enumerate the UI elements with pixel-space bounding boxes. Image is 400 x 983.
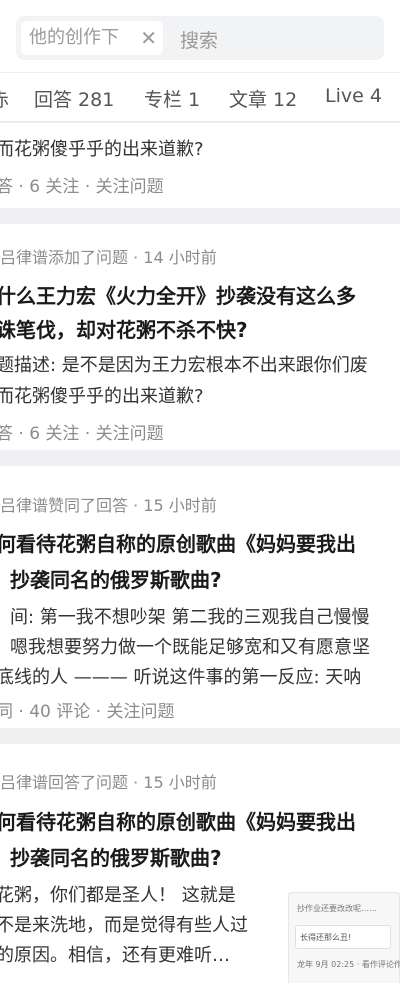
answer-thumbnail[interactable]: 抄作业还要改改呢…… 长得还那么丑! 龙年 9月 02:25 · 看作评论作者得…: [288, 892, 400, 983]
thumbnail-caption: 龙年 9月 02:25 · 看作评论作者得有: [297, 960, 400, 969]
search-input[interactable]: 搜索: [180, 26, 218, 53]
feed-item[interactable]: 吕律谱添加了问题 · 14 小时前 什么王力宏《火力全开》抄袭没有这么多 诛笔伐…: [0, 224, 400, 450]
tab-columns[interactable]: 专栏 1: [144, 85, 200, 112]
search-box[interactable]: 他的创作下 ✕ 搜索: [16, 16, 384, 60]
search-bar: 他的创作下 ✕ 搜索: [0, 0, 400, 72]
feed-item-stats[interactable]: 同 · 40 评论 · 关注问题: [0, 697, 174, 722]
tab-all[interactable]: 赤: [0, 85, 9, 112]
activity-meta: 吕律谱赞同了回答 · 15 小时前: [0, 496, 217, 515]
question-title[interactable]: 什么王力宏《火力全开》抄袭没有这么多: [0, 280, 356, 309]
question-title[interactable]: 何看待花粥自称的原创歌曲《妈妈要我出: [0, 806, 356, 835]
feed-item-excerpt: 而花粥傻乎乎的出来道歉?: [0, 386, 204, 407]
feed-item-stats[interactable]: 答 · 6 关注 · 关注问题: [0, 419, 164, 444]
search-scope-chip[interactable]: 他的创作下 ✕: [21, 21, 163, 55]
answer-excerpt: 间: 第一我不想吵架 第二我的三观我自己慢慢: [10, 607, 370, 628]
answer-excerpt: 的原因。相信，还有更难听…: [0, 945, 230, 966]
feed-item-stats[interactable]: 答 · 6 关注 · 关注问题: [0, 172, 164, 197]
feed-item[interactable]: 吕律谱回答了问题 · 15 小时前 何看待花粥自称的原创歌曲《妈妈要我出 抄袭同…: [0, 744, 400, 983]
activity-meta: 吕律谱回答了问题 · 15 小时前: [0, 773, 217, 792]
answer-excerpt: 花粥，你们都是圣人！ 这就是: [0, 885, 236, 906]
question-title[interactable]: 抄袭同名的俄罗斯歌曲?: [10, 842, 222, 871]
question-title[interactable]: 抄袭同名的俄罗斯歌曲?: [10, 564, 222, 593]
feed-item-excerpt: 而花粥傻乎乎的出来道歉?: [0, 139, 204, 160]
answer-excerpt: 嗯我想要努力做一个既能足够宽和又有愿意坚: [10, 637, 370, 658]
question-title[interactable]: 何看待花粥自称的原创歌曲《妈妈要我出: [0, 528, 356, 557]
thumbnail-input: 长得还那么丑!: [295, 925, 391, 949]
question-title[interactable]: 诛笔伐，却对花粥不杀不快?: [0, 314, 248, 343]
answer-excerpt: 不是来洗地，而是觉得有些人过: [0, 915, 248, 936]
tab-bar: 赤 回答 281 专栏 1 文章 12 Live 4: [0, 72, 400, 122]
feed-item[interactable]: 吕律谱赞同了回答 · 15 小时前 何看待花粥自称的原创歌曲《妈妈要我出 抄袭同…: [0, 466, 400, 728]
search-scope-label: 他的创作下: [29, 27, 119, 48]
tab-live[interactable]: Live 4: [325, 85, 382, 107]
activity-meta: 吕律谱添加了问题 · 14 小时前: [0, 248, 217, 267]
tab-answers[interactable]: 回答 281: [34, 85, 114, 112]
feed-item[interactable]: 而花粥傻乎乎的出来道歉? 答 · 6 关注 · 关注问题: [0, 123, 400, 208]
tab-articles[interactable]: 文章 12: [229, 85, 297, 112]
close-icon[interactable]: ✕: [140, 21, 157, 55]
answer-excerpt: 底线的人 ——— 听说这件事的第一反应: 天呐: [0, 667, 362, 688]
feed-item-excerpt: 题描述: 是不是因为王力宏根本不出来跟你们废: [0, 355, 368, 376]
thumbnail-caption: 抄作业还要改改呢……: [297, 904, 377, 913]
